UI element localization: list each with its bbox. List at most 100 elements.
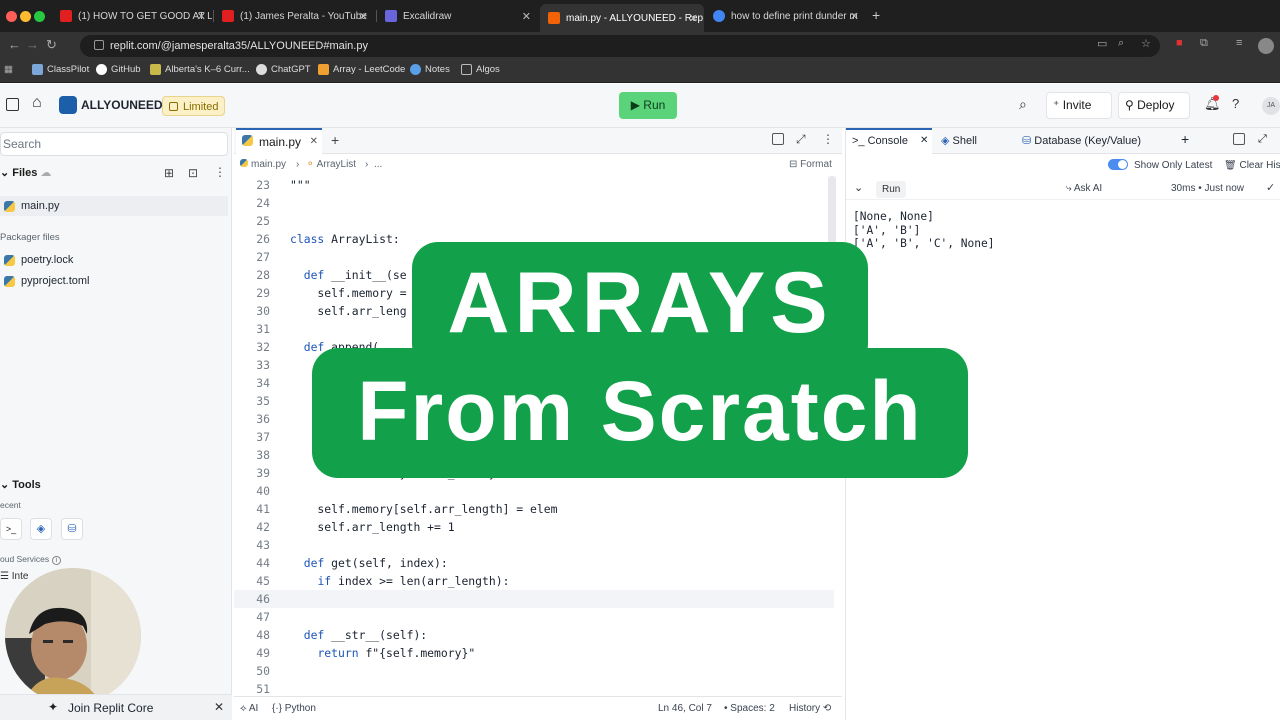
close-tab-icon[interactable]: ✕ <box>689 12 698 25</box>
close-tab-icon[interactable]: ✕ <box>850 10 859 23</box>
limited-badge[interactable]: Limited <box>162 96 226 116</box>
deploy-button[interactable]: ⚲ Deploy <box>1118 92 1190 119</box>
code-line[interactable]: 40 <box>234 482 834 500</box>
add-tab-icon[interactable]: + <box>1181 131 1189 147</box>
tab-console[interactable]: >_ Console ✕ <box>846 128 932 154</box>
apps-grid-icon[interactable]: ▦ <box>4 64 13 75</box>
history-button[interactable]: History ⟲ <box>789 703 831 714</box>
run-button[interactable]: ▶ Run <box>619 92 677 119</box>
cursor-position[interactable]: Ln 46, Col 7 <box>658 703 712 714</box>
code-line[interactable]: 43 <box>234 536 834 554</box>
profile-avatar[interactable] <box>1258 38 1274 54</box>
reload-icon[interactable]: ↻ <box>46 37 57 53</box>
minimize-window-icon[interactable] <box>20 11 31 22</box>
join-replit-core-link[interactable]: Join Replit Core <box>68 701 153 715</box>
file-item-poetry-lock[interactable]: poetry.lock <box>0 250 73 270</box>
code-line[interactable]: 49 return f"{self.memory}" <box>234 644 834 662</box>
expand-icon[interactable]: ⤢ <box>796 132 806 147</box>
code-line[interactable]: 41 self.memory[self.arr_length] = elem <box>234 500 834 518</box>
more-options-icon[interactable]: ⋮ <box>214 165 226 179</box>
close-window-icon[interactable] <box>6 11 17 22</box>
bookmark-item[interactable]: Array - LeetCode <box>318 64 405 75</box>
breadcrumb-class[interactable]: ⚬ ArrayList <box>306 159 356 170</box>
close-tab-icon[interactable]: ✕ <box>920 135 928 146</box>
clear-history-button[interactable]: 🗑︎ Clear Hist <box>1224 160 1280 171</box>
maximize-window-icon[interactable] <box>34 11 45 22</box>
code-line[interactable]: 44 def get(self, index): <box>234 554 834 572</box>
close-tab-icon[interactable]: ✕ <box>310 130 318 154</box>
url-input[interactable]: replit.com/@jamesperalta35/ALLYOUNEED#ma… <box>80 35 1160 57</box>
console-tool-icon[interactable]: ◈ <box>30 518 52 540</box>
close-tab-icon[interactable]: ✕ <box>522 10 531 23</box>
bookmark-item[interactable]: Algos <box>461 64 500 75</box>
new-file-icon[interactable]: ⊞ <box>164 166 174 180</box>
invite-button[interactable]: ⁺ Invite <box>1046 92 1112 119</box>
show-only-latest-toggle[interactable] <box>1108 159 1128 170</box>
spaces-setting[interactable]: • Spaces: 2 <box>724 703 775 714</box>
back-icon[interactable]: ← <box>8 37 21 52</box>
code-line[interactable]: 48 def __str__(self): <box>234 626 834 644</box>
file-item-pyproject-toml[interactable]: pyproject.toml <box>0 271 89 291</box>
info-icon[interactable]: i <box>51 556 62 565</box>
bookmark-item[interactable]: GitHub <box>96 64 141 75</box>
browser-tab[interactable]: (1) James Peralta - YouTube ✕ <box>214 5 374 27</box>
new-tab-button[interactable]: + <box>872 7 880 23</box>
expand-icon[interactable]: ⤢ <box>1258 133 1267 146</box>
close-icon[interactable]: ✕ <box>214 700 224 714</box>
collapse-chevron-icon[interactable]: ⌄ <box>854 181 863 194</box>
browser-tab-active[interactable]: main.py - ALLYOUNEED - Rep ✕ <box>540 4 704 32</box>
chevron-down-icon[interactable]: ⌄ <box>0 479 9 491</box>
close-tab-icon[interactable]: ✕ <box>197 10 206 23</box>
cast-icon[interactable]: ▭ <box>1097 37 1107 50</box>
ask-ai-button[interactable]: ⤷ Ask AI <box>1066 183 1102 194</box>
repl-name[interactable]: ALLYOUNEED <box>81 98 163 112</box>
forward-icon[interactable]: → <box>26 37 39 52</box>
code-line[interactable]: 42 self.arr_length += 1 <box>234 518 834 536</box>
browser-tab[interactable]: (1) HOW TO GET GOOD AT L ✕ <box>52 5 212 27</box>
code-line[interactable]: 45 if index >= len(arr_length): <box>234 572 834 590</box>
split-pane-icon[interactable] <box>1233 133 1245 145</box>
database-tool-icon[interactable]: ⛁ <box>61 518 83 540</box>
browser-tab[interactable]: how to define print dunder m ✕ <box>705 5 865 27</box>
bookmark-item[interactable]: ClassPilot <box>32 64 89 75</box>
tab-database[interactable]: ⛁ Database (Key/Value) <box>1022 134 1141 147</box>
tab-main-py[interactable]: main.py ✕ <box>236 128 322 154</box>
bookmark-star-icon[interactable]: ☆ <box>1141 37 1151 50</box>
format-button[interactable]: ⊟ Format <box>789 159 832 170</box>
zoom-icon[interactable]: ⌕ <box>1118 37 1124 50</box>
extensions-puzzle-icon[interactable]: ⧉ <box>1200 37 1208 50</box>
code-line[interactable]: 47 <box>234 608 834 626</box>
search-icon[interactable]: ⌕ <box>1019 96 1027 113</box>
shell-tool-icon[interactable]: >_ <box>0 518 22 540</box>
breadcrumb-more[interactable]: ... <box>374 159 382 170</box>
ai-status[interactable]: ⟡ AI <box>240 703 258 714</box>
site-info-icon[interactable] <box>94 40 104 50</box>
integrations-item[interactable]: ☰ Inte <box>0 571 28 582</box>
help-icon[interactable]: ? <box>1232 96 1239 111</box>
breadcrumb-file[interactable]: main.py <box>240 159 286 170</box>
bookmark-item[interactable]: Alberta's K–6 Curr... <box>150 64 250 75</box>
code-line[interactable]: 25 <box>234 212 834 230</box>
language-status[interactable]: {·} Python <box>272 703 316 714</box>
search-input[interactable]: Search <box>0 132 228 156</box>
home-icon[interactable]: ⌂ <box>32 94 42 112</box>
code-line[interactable]: 50 <box>234 662 834 680</box>
user-avatar[interactable]: JA <box>1262 97 1280 115</box>
bookmark-item[interactable]: ChatGPT <box>256 64 311 75</box>
more-options-icon[interactable]: ⋮ <box>822 132 834 146</box>
sidebar-toggle-icon[interactable] <box>6 98 19 111</box>
extension-icon[interactable]: ■ <box>1176 37 1183 49</box>
browser-tab[interactable]: Excalidraw ✕ <box>377 5 537 27</box>
bookmark-item[interactable]: Notes <box>410 64 450 75</box>
close-tab-icon[interactable]: ✕ <box>359 10 368 23</box>
reading-list-icon[interactable]: ≡ <box>1236 37 1242 49</box>
new-folder-icon[interactable]: ⊡ <box>188 166 198 180</box>
code-line[interactable]: 23 """ <box>234 176 834 194</box>
code-line[interactable]: 24 <box>234 194 834 212</box>
file-item-main-py[interactable]: main.py <box>0 196 228 216</box>
tab-shell[interactable]: ◈ Shell <box>941 134 977 147</box>
code-line[interactable]: 46 <box>234 590 834 608</box>
add-tab-icon[interactable]: + <box>331 132 339 148</box>
split-pane-icon[interactable] <box>772 133 784 145</box>
chevron-down-icon[interactable]: ⌄ <box>0 167 9 179</box>
